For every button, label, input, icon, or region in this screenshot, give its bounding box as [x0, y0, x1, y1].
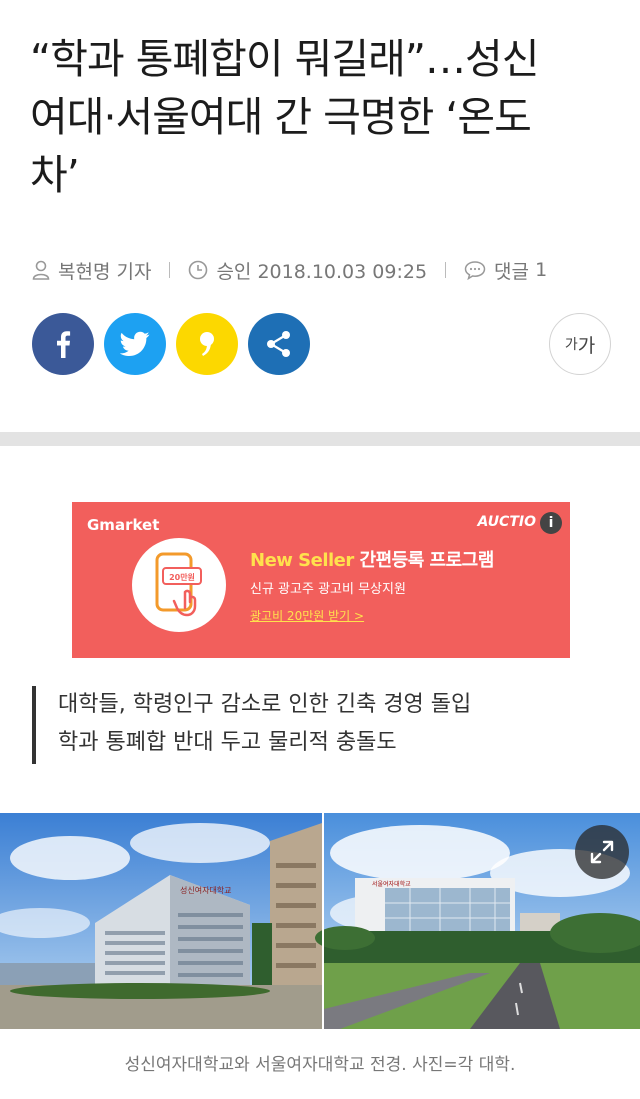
person-icon — [32, 260, 50, 280]
comment-icon — [464, 261, 486, 280]
clock-icon — [189, 260, 208, 280]
section-divider — [0, 432, 640, 446]
photo-expand-button[interactable] — [575, 825, 629, 879]
ad-cta-link[interactable]: 광고비 20만원 받기 > — [250, 607, 364, 624]
facebook-icon — [57, 331, 71, 358]
article-photo[interactable]: 성신여자대학교 서울여자대학교 — [0, 813, 640, 1029]
publish-date: 승인 2018.10.03 09:25 — [216, 260, 428, 283]
phone-coupon-icon: 20만원 — [155, 552, 202, 617]
summary-line-2: 학과 통폐합 반대 두고 물리적 충돌도 — [58, 730, 397, 755]
ad-phone-illustration: 20만원 — [132, 538, 226, 632]
article-headline: “학과 통폐합이 뭐길래”…성신 여대·서울여대 간 극명한 ‘온도 차’ — [30, 30, 610, 204]
ad-info-icon[interactable]: i — [540, 512, 562, 534]
photo-caption: 성신여자대학교와 서울여자대학교 전경. 사진=각 대학. — [124, 1055, 516, 1075]
ad-subtitle: 신규 광고주 광고비 무상지원 — [250, 582, 406, 597]
facebook-share-button[interactable] — [32, 313, 94, 375]
headline-line-3: 차’ — [30, 151, 80, 199]
share-icon — [267, 331, 290, 357]
twitter-icon — [120, 331, 150, 356]
meta-divider — [445, 262, 447, 278]
font-size-big-label: 가 — [577, 334, 596, 357]
coupon-text: 20만원 — [169, 572, 195, 582]
author-name: 복현명 기자 — [58, 260, 152, 283]
author-info: 복현명 기자 — [32, 257, 151, 284]
campus-photo: 성신여자대학교 서울여자대학교 — [0, 813, 640, 1029]
advertisement-banner[interactable]: Gmarket AUCTIO i 20만원 New Seller 간편등록 프로… — [72, 502, 570, 658]
headline-line-1: “학과 통폐합이 뭐길래”…성신 — [30, 35, 539, 83]
article-summary: 대학들, 학령인구 감소로 인한 긴축 경영 돌입 학과 통폐합 반대 두고 물… — [32, 686, 612, 764]
auction-logo: AUCTIO — [477, 514, 536, 530]
sign-right: 서울여자대학교 — [372, 880, 411, 888]
headline-line-2: 여대·서울여대 간 극명한 ‘온도 — [30, 93, 532, 141]
more-share-button[interactable] — [248, 313, 310, 375]
summary-line-1: 대학들, 학령인구 감소로 인한 긴축 경영 돌입 — [58, 692, 472, 717]
article-meta: 복현명 기자 승인 2018.10.03 09:25 댓글 1 — [32, 256, 547, 284]
publish-info: 승인 2018.10.03 09:25 — [188, 257, 427, 284]
font-size-small-label: 가 — [564, 337, 578, 353]
kakao-share-button[interactable] — [176, 313, 238, 375]
font-size-button[interactable]: 가가 — [549, 313, 611, 375]
sign-left: 성신여자대학교 — [180, 885, 232, 895]
comments-count: 1 — [535, 259, 548, 281]
comments-link[interactable]: 댓글 1 — [464, 257, 547, 284]
twitter-share-button[interactable] — [104, 313, 166, 375]
expand-icon — [590, 840, 614, 864]
kakao-icon — [200, 332, 214, 356]
gmarket-logo: Gmarket — [87, 516, 160, 534]
ad-title: New Seller 간편등록 프로그램 — [250, 546, 494, 572]
meta-divider — [169, 262, 171, 278]
share-buttons — [32, 313, 310, 375]
comments-label: 댓글 — [494, 260, 530, 283]
ad-title-ko: 간편등록 프로그램 — [353, 550, 495, 571]
ad-title-en: New Seller — [250, 550, 354, 571]
